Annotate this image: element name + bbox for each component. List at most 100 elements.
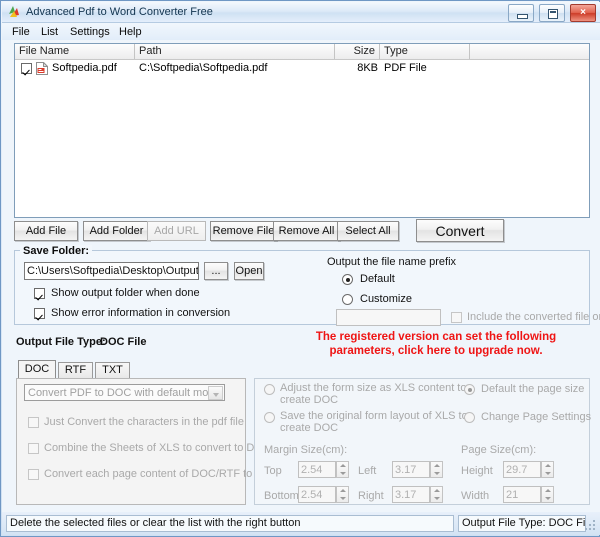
close-button[interactable]: × [570,4,596,22]
prefix-title: Output the file name prefix [327,256,457,268]
page-height-stepper [541,461,554,478]
just-convert-characters-label: Just Convert the characters in the pdf f… [44,416,244,428]
conversion-mode-combo[interactable]: Convert PDF to DOC with default mode [24,384,225,401]
page-height-label: Height [461,465,493,477]
prefix-custom-input[interactable] [336,309,441,326]
browse-folder-button[interactable]: ... [204,262,228,280]
show-output-folder-label: Show output folder when done [51,287,200,299]
show-error-info-label: Show error information in conversion [51,307,231,319]
page-width-input: 21 [503,486,541,503]
include-file-order-label: Include the converted file order [467,311,600,323]
menu-bar: File List Settings Help [2,23,600,40]
margin-bottom-label: Bottom [264,490,299,502]
tab-rtf[interactable]: RTF [58,362,93,378]
window-controls: × [506,4,596,22]
cell-path: C:\Softpedia\Softpedia.pdf [139,62,268,74]
save-original-layout-label-line1: Save the original form layout of XLS to [280,410,468,422]
menu-item-list[interactable]: List [37,25,62,39]
page-width-stepper [541,486,554,503]
chevron-down-icon[interactable] [208,386,223,400]
output-path-input[interactable]: C:\Users\Softpedia\Desktop\Output Files [24,262,199,280]
just-convert-characters-checkbox [28,417,39,428]
client-area: File Name Path Size Type Softpedia.pdf C… [2,40,600,513]
status-output-type: Output File Type: DOC File [458,515,586,532]
column-header-size[interactable]: Size [335,44,380,59]
margin-top-input: 2.54 [298,461,336,478]
tab-txt[interactable]: TXT [95,362,130,378]
change-page-settings-radio [464,412,475,423]
file-list-header: File Name Path Size Type [15,44,589,60]
add-file-button[interactable]: Add File [14,221,78,241]
remove-file-button[interactable]: Remove File [210,221,277,241]
application-window: Advanced Pdf to Word Converter Free × Fi… [0,0,600,537]
maximize-button[interactable] [538,4,565,22]
convert-each-page-checkbox [28,469,39,480]
tab-doc[interactable]: DOC [18,360,56,378]
convert-button[interactable]: Convert [416,219,504,242]
save-original-layout-label-line2: create DOC [280,422,339,434]
prefix-default-label: Default [360,273,395,285]
cell-file-name: Softpedia.pdf [52,62,117,74]
upgrade-notice[interactable]: The registered version can set the follo… [276,330,596,358]
margin-top-stepper [336,461,349,478]
column-header-file-name[interactable]: File Name [15,44,135,59]
output-file-type-label: Output File Type: [16,336,106,348]
margin-top-label: Top [264,465,282,477]
status-bar: Delete the selected files or clear the l… [2,512,600,535]
close-icon: × [580,7,586,18]
upgrade-notice-line2: parameters, click here to upgrade now. [329,345,543,357]
cell-size: 8KB [357,62,378,74]
menu-item-help[interactable]: Help [115,25,146,39]
margin-left-input: 3.17 [392,461,430,478]
default-page-size-radio [464,384,475,395]
remove-all-button[interactable]: Remove All [273,221,340,241]
column-header-type[interactable]: Type [380,44,470,59]
prefix-customize-label: Customize [360,293,412,305]
row-checkbox[interactable] [21,63,32,74]
output-file-type-value: DOC File [100,336,147,348]
save-folder-legend: Save Folder: [20,245,93,257]
minimize-button[interactable] [507,4,534,22]
conversion-mode-value: Convert PDF to DOC with default mode [28,387,221,399]
adjust-form-size-label-line1: Adjust the form size as XLS content to [280,382,467,394]
pdf-file-icon [36,61,49,75]
prefix-customize-radio[interactable] [342,294,353,305]
table-row[interactable]: Softpedia.pdf C:\Softpedia\Softpedia.pdf… [15,60,589,77]
margin-bottom-stepper [336,486,349,503]
window-title: Advanced Pdf to Word Converter Free [26,6,213,18]
page-height-input: 29.7 [503,461,541,478]
margin-right-stepper [430,486,443,503]
margin-left-label: Left [358,465,377,477]
save-original-layout-radio [264,412,275,423]
file-list[interactable]: File Name Path Size Type Softpedia.pdf C… [14,43,590,218]
upgrade-notice-line1: The registered version can set the follo… [315,331,557,343]
adjust-form-size-label-line2: create DOC [280,394,339,406]
include-file-order-checkbox [451,312,462,323]
add-folder-button[interactable]: Add Folder [83,221,150,241]
adjust-form-size-radio [264,384,275,395]
status-hint: Delete the selected files or clear the l… [6,515,454,532]
show-output-folder-checkbox[interactable] [34,288,45,299]
cell-type: PDF File [384,62,427,74]
add-url-button: Add URL [147,221,206,241]
menu-item-settings[interactable]: Settings [66,25,114,39]
margin-right-input: 3.17 [392,486,430,503]
title-bar: Advanced Pdf to Word Converter Free × [2,2,600,23]
column-header-spacer [470,44,589,59]
page-width-label: Width [461,490,490,502]
page-size-title: Page Size(cm): [461,444,537,456]
show-error-info-checkbox[interactable] [34,308,45,319]
app-logo-icon [7,5,21,19]
open-folder-button[interactable]: Open [234,262,264,280]
margin-size-title: Margin Size(cm): [264,444,348,456]
margin-right-label: Right [358,490,384,502]
column-header-path[interactable]: Path [135,44,335,59]
default-page-size-label: Default the page size [481,383,585,395]
combine-sheets-checkbox [28,443,39,454]
resize-grip-icon[interactable] [585,520,597,532]
prefix-default-radio[interactable] [342,274,353,285]
select-all-button[interactable]: Select All [337,221,399,241]
change-page-settings-label: Change Page Settings [481,411,592,423]
combine-sheets-label: Combine the Sheets of XLS to convert to … [44,442,271,454]
menu-item-file[interactable]: File [8,25,34,39]
